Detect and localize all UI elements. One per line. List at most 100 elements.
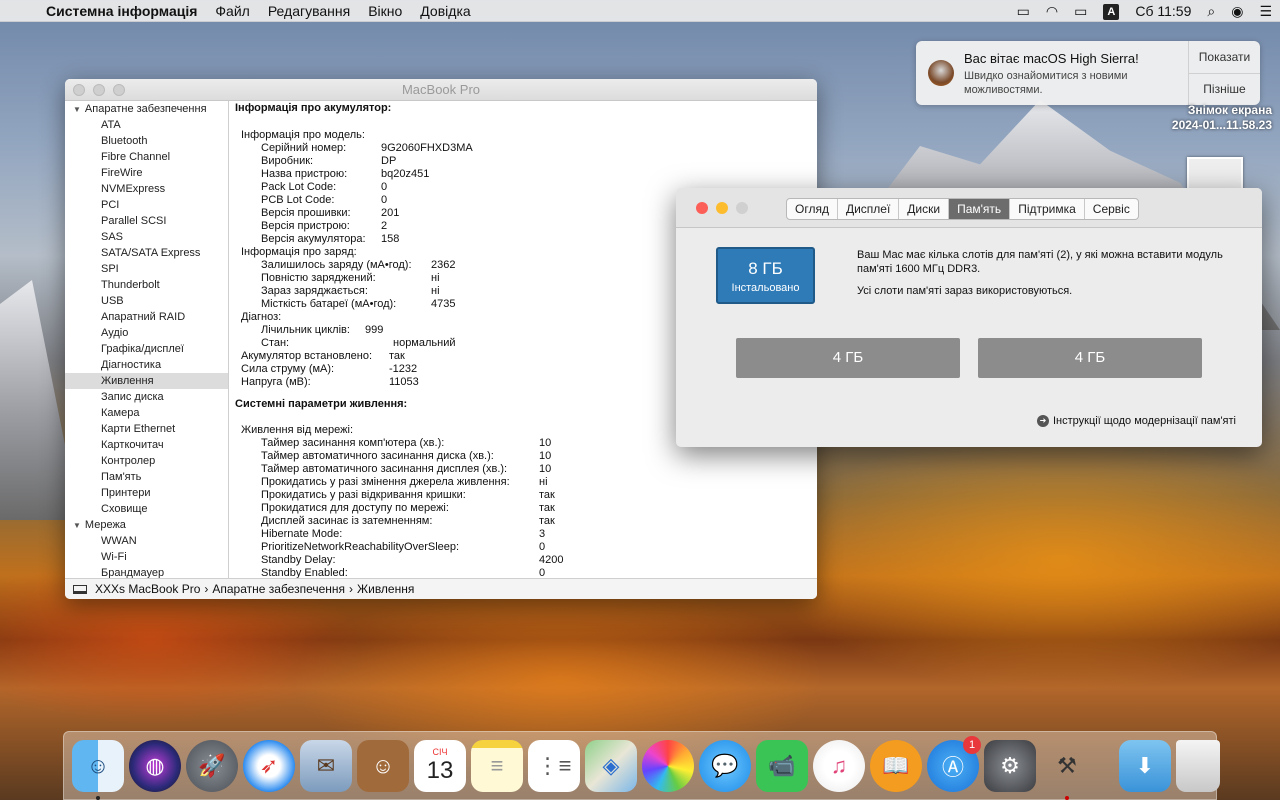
spotlight-search-icon[interactable]: ⌕ bbox=[1199, 3, 1223, 20]
sidebar-item[interactable]: SAS bbox=[65, 229, 228, 245]
running-indicator bbox=[96, 795, 100, 800]
photos-icon[interactable] bbox=[642, 739, 694, 792]
launchpad-icon[interactable]: 🚀 bbox=[186, 739, 238, 792]
sidebar-item[interactable]: Живлення bbox=[65, 373, 228, 389]
sidebar-item[interactable]: FireWire bbox=[65, 165, 228, 181]
sidebar-item[interactable]: USB bbox=[65, 293, 228, 309]
notification-banner[interactable]: Вас вітає macOS High Sierra! Швидко озна… bbox=[916, 41, 1260, 105]
sidebar-item[interactable]: Bluetooth bbox=[65, 133, 228, 149]
facetime-icon[interactable]: 📹 bbox=[756, 739, 808, 792]
sidebar-item[interactable]: Запис диска bbox=[65, 389, 228, 405]
info-value: 4200 bbox=[539, 554, 564, 566]
contacts-icon[interactable]: ☺ bbox=[357, 739, 409, 792]
calendar-day: 13 bbox=[426, 757, 454, 784]
about-titlebar[interactable]: Огляд Дисплеї Диски Пам'ять Підтримка Се… bbox=[676, 188, 1262, 228]
sidebar-item-label: FireWire bbox=[101, 167, 143, 179]
disclosure-triangle-icon[interactable]: ▼ bbox=[73, 521, 81, 530]
sidebar-group[interactable]: ▼ Мережа bbox=[65, 517, 228, 533]
sidebar-item[interactable]: SPI bbox=[65, 261, 228, 277]
notification-later-button[interactable]: Пізніше bbox=[1189, 72, 1260, 106]
tab-support[interactable]: Підтримка bbox=[1010, 199, 1085, 219]
info-key: Повністю заряджений: bbox=[261, 272, 376, 284]
path-bar: XXXs MacBook Pro › Апаратне забезпечення… bbox=[65, 578, 817, 599]
desktop-screenshot-label[interactable]: Знімок екрана 2024-01...11.58.23 bbox=[1150, 103, 1272, 133]
downloads-icon[interactable]: ⬇ bbox=[1119, 739, 1171, 792]
sidebar-item[interactable]: Сховище bbox=[65, 501, 228, 517]
menu-app-name[interactable]: Системна інформація bbox=[44, 3, 206, 19]
sidebar-item[interactable]: Thunderbolt bbox=[65, 277, 228, 293]
system-information-icon[interactable]: ⚒ bbox=[1041, 740, 1093, 800]
app-store-icon[interactable]: Ⓐ 1 bbox=[927, 735, 981, 792]
maps-icon[interactable]: ◈ bbox=[585, 739, 637, 792]
tab-memory[interactable]: Пам'ять bbox=[949, 199, 1011, 219]
calendar-icon[interactable]: СІЧ 13 bbox=[414, 739, 466, 792]
info-value: 2 bbox=[381, 220, 388, 232]
info-row: Hibernate Mode: 3 bbox=[235, 528, 817, 541]
wifi-icon[interactable]: ◠ bbox=[1038, 3, 1066, 20]
info-key: Інформація про модель: bbox=[241, 129, 365, 141]
info-value: 0 bbox=[381, 181, 388, 193]
about-close-button[interactable] bbox=[696, 202, 708, 214]
sidebar-item[interactable]: Брандмауер bbox=[65, 565, 228, 578]
path-power[interactable]: Живлення bbox=[357, 579, 414, 599]
info-value: ні bbox=[431, 272, 440, 284]
about-minimize-button[interactable] bbox=[716, 202, 728, 214]
sidebar-item[interactable]: WWAN bbox=[65, 533, 228, 549]
sidebar-item[interactable]: Графіка/дисплеї bbox=[65, 341, 228, 357]
tab-overview[interactable]: Огляд bbox=[787, 199, 838, 219]
sidebar-item[interactable]: ATA bbox=[65, 117, 228, 133]
tab-storage[interactable]: Диски bbox=[899, 199, 950, 219]
sidebar-item[interactable]: Контролер bbox=[65, 453, 228, 469]
sidebar-item[interactable]: Карткочитач bbox=[65, 437, 228, 453]
sidebar-group[interactable]: ▼ Апаратне забезпечення bbox=[65, 101, 228, 117]
sidebar-item[interactable]: Аудіо bbox=[65, 325, 228, 341]
sidebar-item[interactable]: Камера bbox=[65, 405, 228, 421]
sidebar-item-label: SPI bbox=[101, 263, 119, 275]
sidebar-item[interactable]: Parallel SCSI bbox=[65, 213, 228, 229]
sidebar-item[interactable]: NVMExpress bbox=[65, 181, 228, 197]
siri-icon[interactable]: ◍ bbox=[129, 739, 181, 792]
sidebar-item[interactable]: Апаратний RAID bbox=[65, 309, 228, 325]
disclosure-triangle-icon[interactable]: ▼ bbox=[73, 105, 81, 114]
notification-show-button[interactable]: Показати bbox=[1189, 41, 1260, 73]
tab-service[interactable]: Сервіс bbox=[1085, 199, 1138, 219]
mail-icon[interactable]: ✉ bbox=[300, 739, 352, 792]
finder-icon[interactable]: ☺ bbox=[72, 739, 124, 800]
books-icon[interactable]: 📖 bbox=[870, 739, 922, 792]
clock[interactable]: Сб 11:59 bbox=[1127, 3, 1199, 19]
installed-memory-size: 8 ГБ bbox=[748, 259, 783, 278]
path-hardware[interactable]: Апаратне забезпечення bbox=[212, 579, 345, 599]
memory-upgrade-link[interactable]: ➜ Інструкції щодо модернізації пам'яті bbox=[1036, 415, 1236, 427]
menu-file[interactable]: Файл bbox=[206, 3, 258, 19]
window-titlebar[interactable]: MacBook Pro bbox=[65, 79, 817, 101]
siri-menu-icon[interactable]: ◉ bbox=[1223, 3, 1251, 20]
info-key: Інформація про заряд: bbox=[241, 246, 357, 258]
sidebar-item-label: Камера bbox=[101, 407, 140, 419]
sidebar-item[interactable]: Принтери bbox=[65, 485, 228, 501]
tab-displays[interactable]: Дисплеї bbox=[838, 199, 900, 219]
airplay-icon[interactable]: ▭ bbox=[1009, 3, 1038, 20]
sidebar-item[interactable]: PCI bbox=[65, 197, 228, 213]
safari-icon[interactable]: ➶ bbox=[243, 739, 295, 792]
menu-edit[interactable]: Редагування bbox=[259, 3, 359, 19]
itunes-icon[interactable]: ♫ bbox=[813, 739, 865, 792]
messages-icon[interactable]: 💬 bbox=[699, 739, 751, 792]
info-value: ні bbox=[539, 476, 548, 488]
desktop-screenshot-thumbnail[interactable] bbox=[1187, 157, 1243, 191]
sidebar-item[interactable]: Діагностика bbox=[65, 357, 228, 373]
menu-window[interactable]: Вікно bbox=[359, 3, 411, 19]
sidebar-item[interactable]: SATA/SATA Express bbox=[65, 245, 228, 261]
reminders-icon[interactable]: ⋮≡ bbox=[528, 739, 580, 792]
sidebar-item[interactable]: Карти Ethernet bbox=[65, 421, 228, 437]
menu-help[interactable]: Довідка bbox=[411, 3, 479, 19]
battery-icon[interactable]: ▭ bbox=[1066, 3, 1095, 20]
sidebar-item[interactable]: Fibre Channel bbox=[65, 149, 228, 165]
notes-icon[interactable]: ≡ bbox=[471, 739, 523, 792]
sidebar-item[interactable]: Пам'ять bbox=[65, 469, 228, 485]
path-computer[interactable]: XXXs MacBook Pro bbox=[95, 579, 200, 599]
notification-center-icon[interactable]: ☰ bbox=[1251, 3, 1280, 20]
system-preferences-icon[interactable]: ⚙ bbox=[984, 739, 1036, 792]
sidebar-item[interactable]: Wi-Fi bbox=[65, 549, 228, 565]
trash-icon[interactable] bbox=[1176, 739, 1220, 792]
input-source-icon[interactable]: A bbox=[1095, 2, 1127, 20]
